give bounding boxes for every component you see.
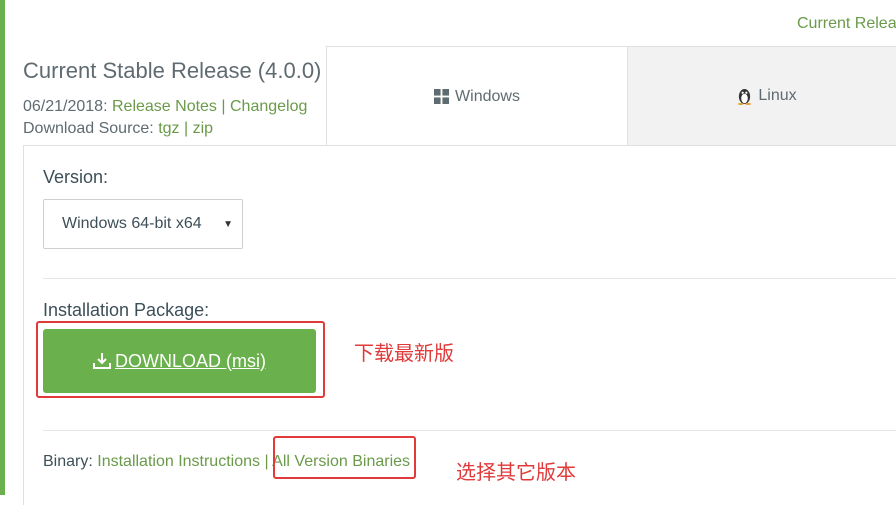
separator: | [221, 98, 226, 115]
download-source-line: Download Source: tgz | zip [23, 120, 213, 138]
linux-penguin-icon [738, 88, 752, 105]
windows-icon [434, 89, 450, 104]
versions-annotation: 选择其它版本 [456, 462, 576, 484]
release-date-line: 06/21/2018: Release Notes | Changelog [23, 98, 307, 116]
download-annotation: 下载最新版 [354, 343, 454, 365]
tab-linux[interactable]: Linux [627, 46, 896, 146]
binary-label: Binary: [43, 453, 93, 470]
version-select-value: Windows 64-bit x64 [62, 215, 202, 232]
download-highlight-box [36, 321, 325, 398]
installation-instructions-link[interactable]: Installation Instructions [97, 453, 260, 470]
version-label: Version: [43, 167, 109, 187]
release-date: 06/21/2018: [23, 98, 108, 115]
separator: | [264, 453, 269, 470]
tab-linux-label: Linux [758, 87, 797, 104]
tgz-link[interactable]: tgz [158, 120, 179, 137]
versions-highlight-box [273, 436, 416, 479]
divider [43, 278, 896, 279]
caret-down-icon: ▼ [223, 219, 233, 230]
separator: | [184, 120, 189, 137]
tab-windows[interactable]: Windows [326, 46, 628, 146]
zip-link[interactable]: zip [193, 120, 213, 137]
release-notes-link[interactable]: Release Notes [112, 98, 217, 115]
divider [43, 430, 896, 431]
changelog-link[interactable]: Changelog [230, 98, 307, 115]
left-accent-bar [0, 0, 5, 495]
download-source-label: Download Source: [23, 120, 154, 137]
tab-windows-label: Windows [455, 87, 520, 105]
version-select[interactable]: Windows 64-bit x64 ▼ [43, 199, 243, 249]
current-release-link[interactable]: Current Relea [797, 15, 896, 33]
installation-package-label: Installation Package: [43, 300, 210, 320]
release-title: Current Stable Release (4.0.0) [23, 58, 322, 83]
